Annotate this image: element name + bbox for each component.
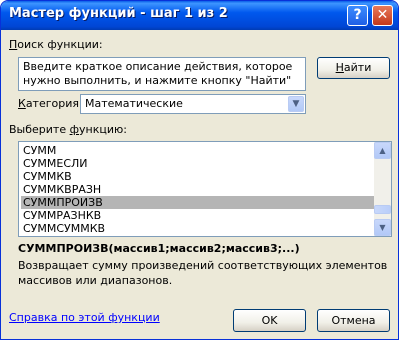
title-bar[interactable]: Мастер функций - шаг 1 из 2 ? ✕ [1,1,398,30]
list-item-selected[interactable]: СУММПРОИЗВ [21,196,375,209]
list-item[interactable]: СУММРАЗНКВ [21,209,375,222]
list-item[interactable]: СУММСУММКВ [21,222,375,235]
list-item[interactable]: СУММ [21,144,375,157]
close-icon: ✕ [376,7,389,23]
function-signature: СУММПРОИЗВ(массив1;массив2;массив3;...) [18,242,300,255]
scrollbar-thumb[interactable] [374,205,391,214]
function-help-link[interactable]: Справка по этой функции [9,311,160,324]
list-scrollbar[interactable]: ▲ ▼ [374,142,391,236]
function-description: Возвращает сумму произведений соответств… [18,259,388,287]
category-label: Категория: [18,97,83,110]
list-item[interactable]: СУММКВ [21,170,375,183]
list-item[interactable]: СУММЕСЛИ [21,157,375,170]
search-input[interactable]: Введите краткое описание действия, котор… [18,57,306,91]
find-button[interactable]: Найти [317,57,390,79]
scroll-up-icon[interactable]: ▲ [374,142,391,159]
question-mark-icon: ? [353,7,362,23]
close-button[interactable]: ✕ [372,5,393,26]
help-button[interactable]: ? [347,5,368,26]
list-item[interactable]: СУММКВРАЗН [21,183,375,196]
chevron-down-icon[interactable]: ▼ [288,96,304,112]
category-value: Математические [85,97,183,110]
scroll-down-icon[interactable]: ▼ [374,219,391,236]
ok-button[interactable]: OK [233,309,306,332]
dialog-title: Мастер функций - шаг 1 из 2 [9,6,228,21]
function-wizard-dialog: Мастер функций - шаг 1 из 2 ? ✕ Поиск фу… [0,0,399,340]
search-label: Поиск функции: [9,38,103,51]
category-select[interactable]: Математические ▼ [80,94,306,114]
cancel-button[interactable]: Отмена [317,309,390,332]
function-list-label: Выберите функцию: [9,123,127,136]
function-list[interactable]: СУММ СУММЕСЛИ СУММКВ СУММКВРАЗН СУММПРОИ… [18,141,392,237]
